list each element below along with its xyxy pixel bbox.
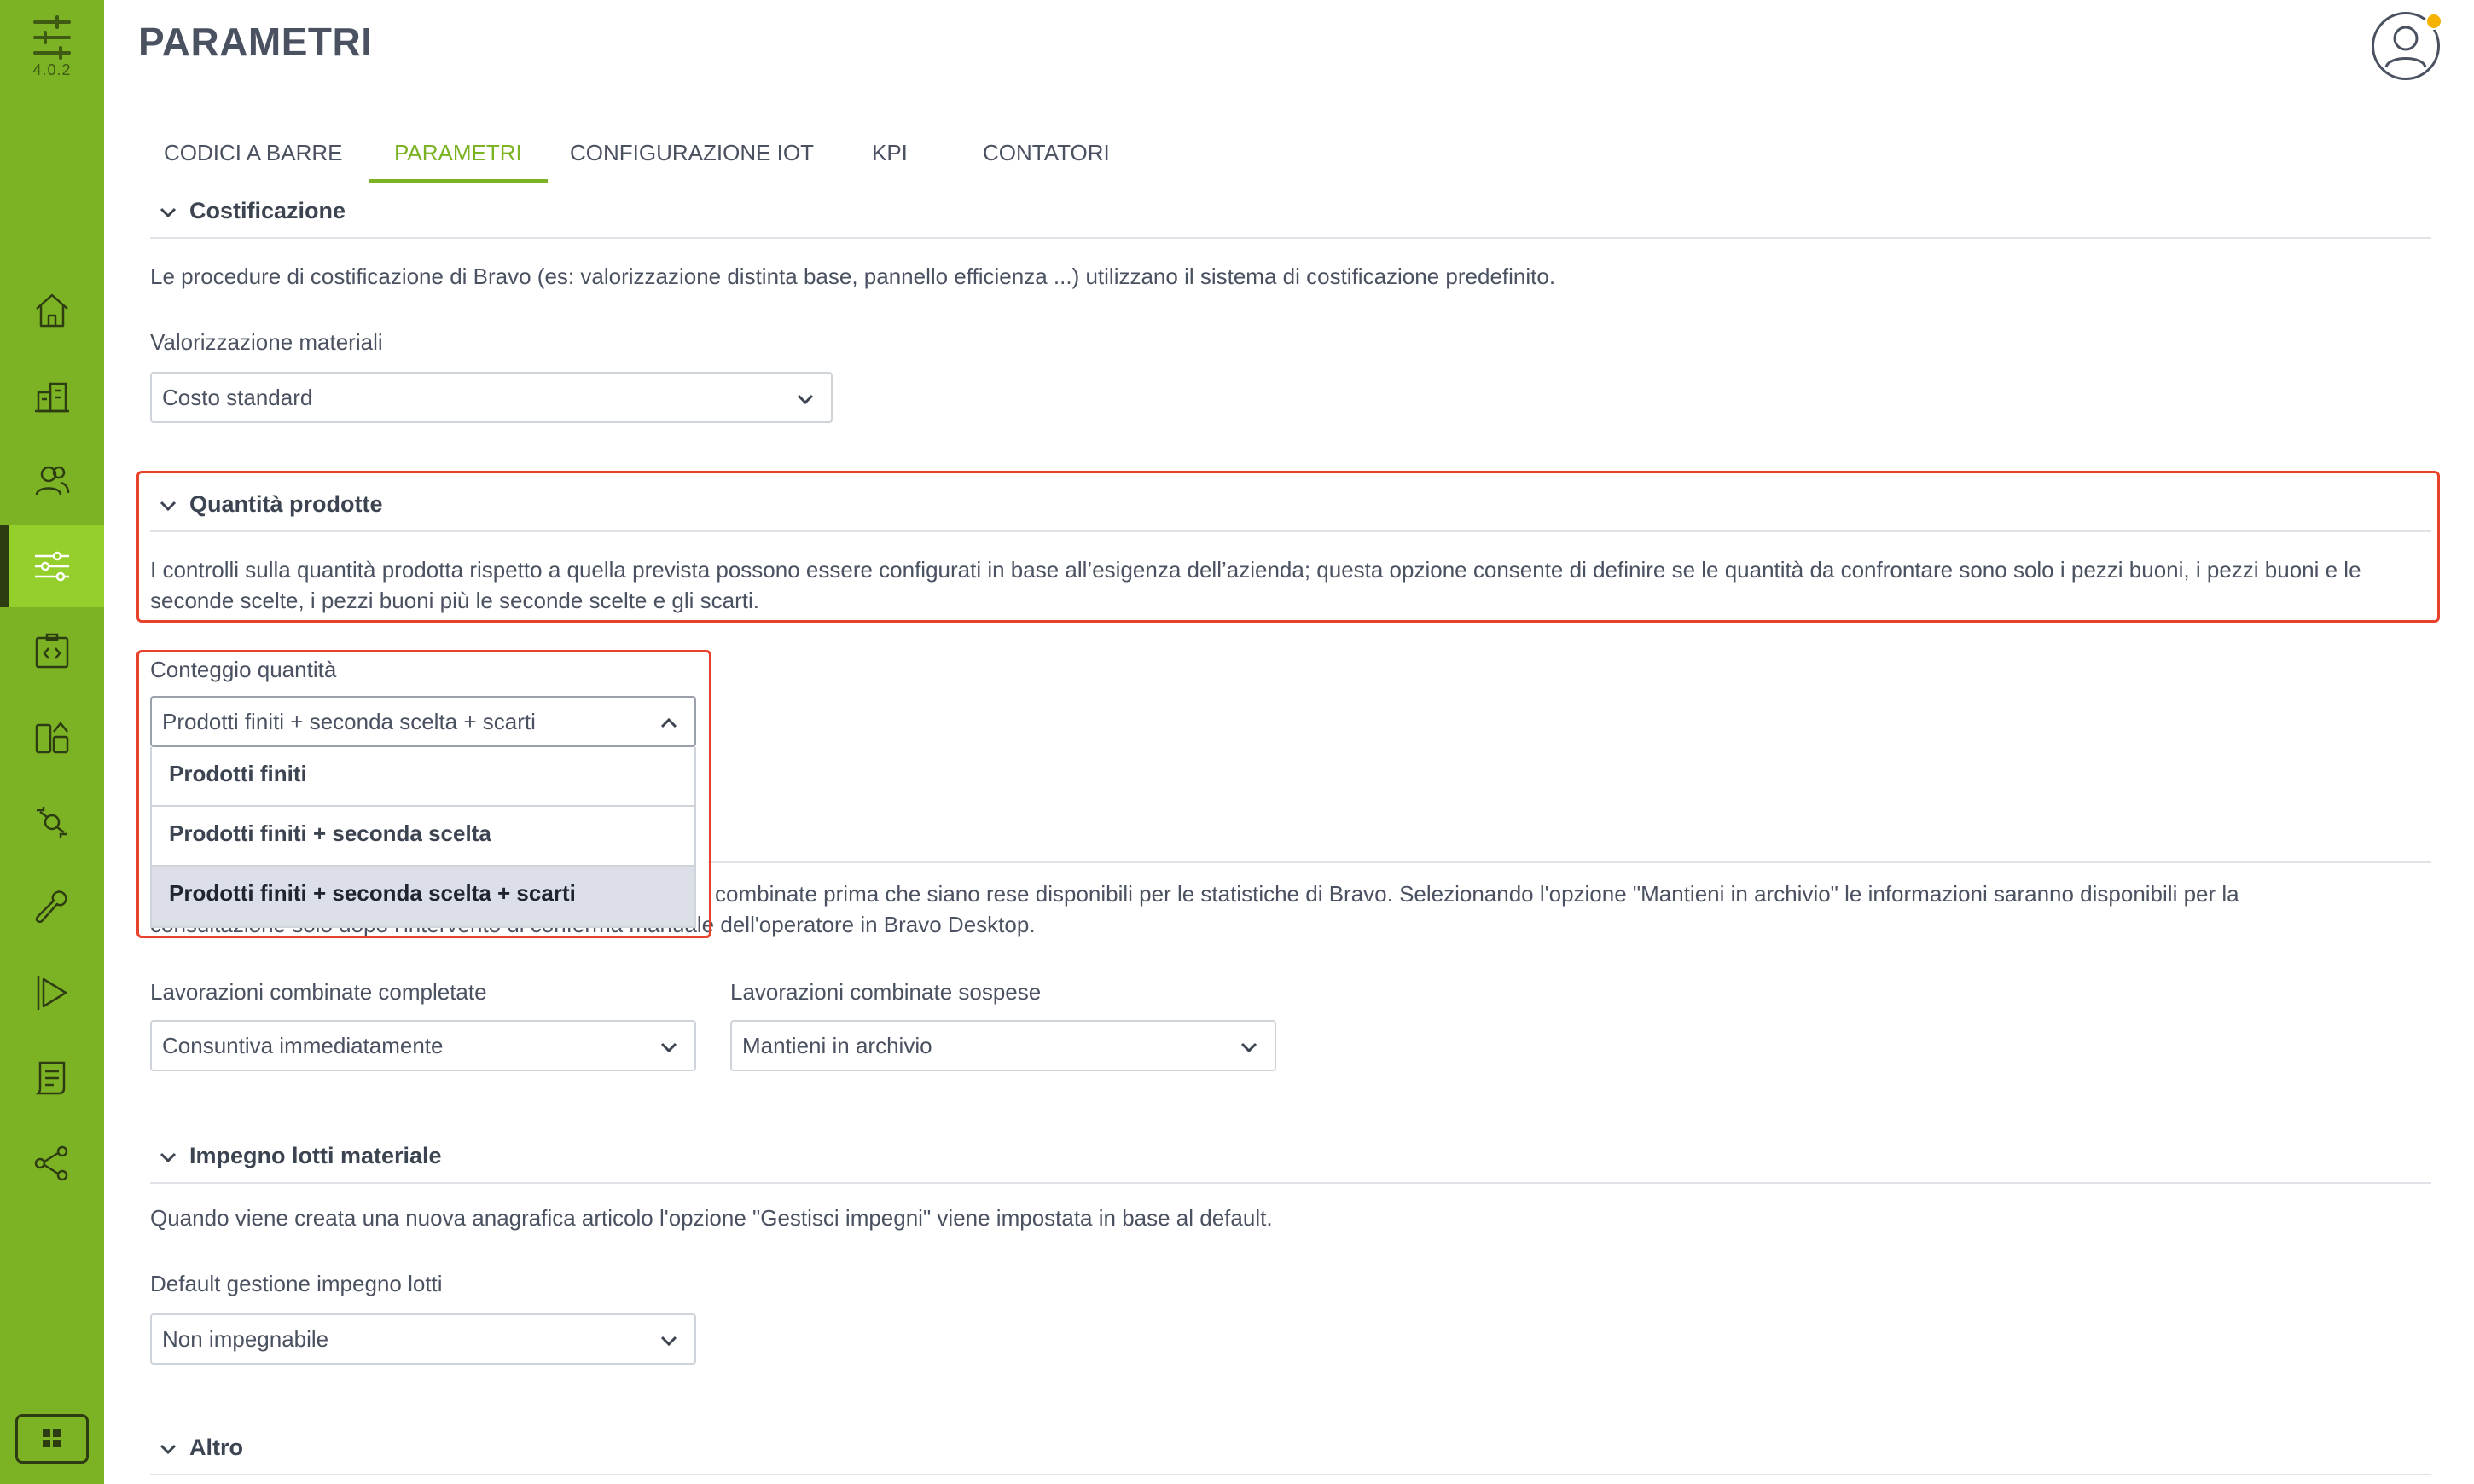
- chevron-down-icon: [160, 501, 177, 512]
- section-impegno-header[interactable]: Impegno lotti materiale: [150, 1138, 2431, 1184]
- field-label: Lavorazioni combinate completate: [150, 979, 487, 1005]
- user-avatar[interactable]: [2372, 12, 2442, 80]
- apps-menu-button[interactable]: [15, 1414, 89, 1464]
- sidebar-item-code[interactable]: [0, 611, 104, 693]
- sidebar-item-workflow[interactable]: [0, 781, 104, 863]
- tab-parametri[interactable]: PARAMETRI: [369, 128, 548, 183]
- share-icon: [34, 1145, 68, 1181]
- chevron-down-icon: [797, 394, 814, 405]
- tab-kpi[interactable]: KPI: [846, 128, 933, 183]
- conteggio-quantita-select[interactable]: Prodotti finiti + seconda scelta + scart…: [150, 696, 696, 747]
- section-title: Costificazione: [189, 198, 346, 223]
- section-title: Quantità prodotte: [189, 491, 383, 517]
- select-value: Costo standard: [162, 385, 313, 410]
- code-clipboard-icon: [35, 633, 69, 669]
- section-costificazione-header[interactable]: Costificazione: [150, 193, 2431, 239]
- section-description: Le procedure di costificazione di Bravo …: [150, 264, 1556, 289]
- chevron-down-icon: [660, 1336, 677, 1347]
- chevron-down-icon: [160, 1444, 177, 1455]
- section-quantita-header[interactable]: Quantità prodotte: [150, 486, 2431, 532]
- chevron-down-icon: [160, 207, 177, 218]
- app-logo[interactable]: 4.0.2: [0, 15, 104, 79]
- section-description: combinate prima che siano rese disponibi…: [715, 881, 2239, 907]
- sidebar-item-documents[interactable]: [0, 1037, 104, 1119]
- sidebar-item-production[interactable]: [0, 952, 104, 1034]
- chevron-down-icon: [1240, 1042, 1257, 1053]
- tab-codici-a-barre[interactable]: CODICI A BARRE: [138, 128, 369, 183]
- sidebar-item-share[interactable]: [0, 1122, 104, 1204]
- sidebar-item-maintenance[interactable]: [0, 867, 104, 948]
- chevron-down-icon: [160, 1152, 177, 1163]
- tab-configurazione-iot[interactable]: CONFIGURAZIONE IOT: [544, 128, 839, 183]
- apps-grid-icon: [43, 1429, 61, 1447]
- field-label: Valorizzazione materiali: [150, 329, 383, 355]
- select-value: Prodotti finiti + seconda scelta + scart…: [162, 709, 536, 734]
- sidebar-item-users[interactable]: [0, 440, 104, 522]
- sliders-logo-icon: [33, 15, 71, 60]
- field-label: Lavorazioni combinate sospese: [730, 979, 1042, 1005]
- section-title: Impegno lotti materiale: [189, 1143, 442, 1168]
- valorizzazione-materiali-select[interactable]: Costo standard: [150, 372, 833, 423]
- sliders-icon: [35, 551, 69, 582]
- sidebar-item-parameters[interactable]: [0, 525, 104, 607]
- select-value: Mantieni in archivio: [742, 1033, 932, 1058]
- section-title: Altro: [189, 1435, 243, 1460]
- chevron-up-icon: [660, 717, 677, 728]
- conteggio-quantita-dropdown: Prodotti finiti Prodotti finiti + second…: [150, 747, 696, 928]
- lavorazioni-completate-select[interactable]: Consuntiva immediatamente: [150, 1020, 696, 1071]
- buildings-icon: [35, 382, 69, 413]
- app-version: 4.0.2: [32, 61, 72, 78]
- field-label: Conteggio quantità: [150, 657, 337, 682]
- select-value: Non impegnabile: [162, 1326, 329, 1352]
- select-value: Consuntiva immediatamente: [162, 1033, 444, 1058]
- default-impegno-lotti-select[interactable]: Non impegnabile: [150, 1313, 696, 1365]
- field-label: Default gestione impegno lotti: [150, 1271, 443, 1296]
- document-icon: [35, 1061, 66, 1095]
- play-flag-icon: [37, 976, 67, 1010]
- section-altro-header[interactable]: Altro: [150, 1429, 2431, 1475]
- page-title: PARAMETRI: [138, 20, 373, 64]
- dropdown-option-selected[interactable]: Prodotti finiti + seconda scelta + scart…: [152, 867, 694, 926]
- notification-dot: [2425, 13, 2442, 30]
- wrench-icon: [35, 890, 67, 924]
- section-description: Quando viene creata una nuova anagrafica…: [150, 1205, 1273, 1231]
- chevron-down-icon: [660, 1042, 677, 1053]
- tab-contatori[interactable]: CONTATORI: [957, 128, 1135, 183]
- devices-icon: [35, 721, 69, 754]
- section-description: I controlli sulla quantità prodotta risp…: [150, 557, 2361, 613]
- home-icon: [36, 293, 68, 328]
- lavorazioni-sospese-select[interactable]: Mantieni in archivio: [730, 1020, 1276, 1071]
- sidebar-item-plants[interactable]: [0, 355, 104, 437]
- sidebar-item-home[interactable]: [0, 270, 104, 351]
- sidebar-item-devices[interactable]: [0, 696, 104, 778]
- dropdown-option[interactable]: Prodotti finiti + seconda scelta: [152, 807, 694, 867]
- sidebar: 4.0.2: [0, 0, 104, 1484]
- section-lavorazioni-header[interactable]: [708, 817, 2431, 863]
- dropdown-option[interactable]: Prodotti finiti: [152, 747, 694, 807]
- workflow-icon: [37, 807, 67, 838]
- users-icon: [35, 466, 70, 496]
